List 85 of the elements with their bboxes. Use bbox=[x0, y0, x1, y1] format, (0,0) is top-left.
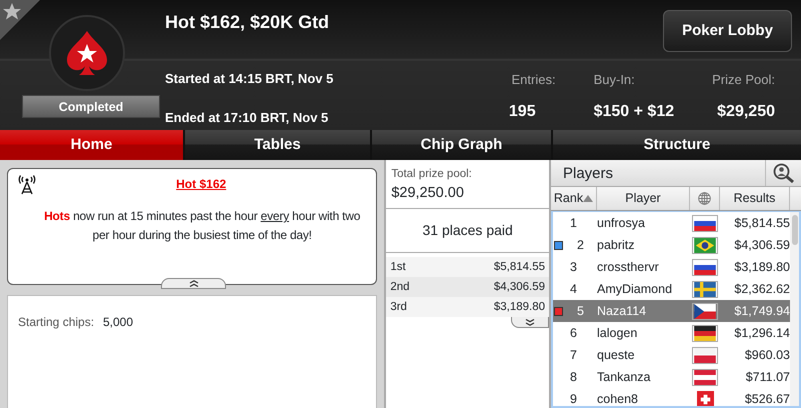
poker-lobby-button[interactable]: Poker Lobby bbox=[663, 10, 792, 52]
result-cell: $711.07 bbox=[746, 370, 790, 384]
result-cell: $1,749.94 bbox=[734, 304, 790, 318]
result-cell: $526.67 bbox=[744, 392, 790, 406]
player-name: unfrosya bbox=[597, 216, 645, 230]
player-row[interactable]: 7 queste $960.03 bbox=[553, 344, 790, 366]
player-row[interactable]: 9 cohen8 $526.67 bbox=[553, 388, 790, 406]
tab[interactable]: Home bbox=[0, 130, 183, 160]
player-row[interactable]: 5 Naza114 $1,749.94 bbox=[553, 300, 790, 322]
flag-icon bbox=[692, 258, 718, 276]
prize-place: 1st bbox=[390, 260, 406, 275]
player-name: Tankanza bbox=[597, 370, 651, 384]
globe-icon[interactable] bbox=[698, 192, 711, 205]
tab[interactable]: Chip Graph bbox=[372, 130, 551, 160]
total-prize-value: $29,250.00 bbox=[391, 184, 465, 204]
total-prize-label: Total prize pool: bbox=[391, 167, 473, 182]
prize-place: 2nd bbox=[390, 280, 410, 295]
search-icon bbox=[772, 163, 794, 183]
player-row[interactable]: 3 crossthervr $3,189.80 bbox=[553, 256, 790, 278]
places-paid: 31 places paid bbox=[386, 208, 549, 253]
rank-cell-text: 8 bbox=[570, 368, 577, 386]
rank-cell-text: 7 bbox=[570, 346, 577, 364]
stat-label: Prize Pool: bbox=[712, 71, 775, 89]
rank-cell-text: 2 bbox=[577, 236, 584, 254]
star-corner-icon[interactable] bbox=[0, 0, 40, 40]
rank-cell-text: 9 bbox=[570, 390, 577, 406]
flag-icon bbox=[692, 346, 718, 364]
rank-cell-text: 5 bbox=[577, 302, 584, 320]
status-ribbon: Completed bbox=[22, 95, 160, 118]
stat-value: 195 bbox=[508, 102, 536, 122]
double-chevron-down-icon bbox=[525, 318, 535, 326]
result-cell: $2,362.62 bbox=[734, 282, 790, 296]
expand-button[interactable] bbox=[511, 317, 549, 328]
player-name: queste bbox=[597, 348, 635, 362]
player-name: cohen8 bbox=[597, 392, 638, 406]
player-name: pabritz bbox=[597, 238, 635, 252]
stat-value: $29,250 bbox=[717, 102, 775, 122]
tournament-title: Hot $162, $20K Gtd bbox=[165, 11, 330, 34]
column-header[interactable]: Results bbox=[734, 189, 776, 208]
starting-chips-value: 5,000 bbox=[103, 314, 134, 331]
player-row[interactable]: 2 pabritz $4,306.59 bbox=[553, 234, 790, 256]
prize-amount: $4,306.59 bbox=[494, 280, 545, 295]
tab[interactable]: Tables bbox=[185, 130, 370, 160]
starting-chips-label: Starting chips: bbox=[18, 314, 96, 331]
prize-place: 3rd bbox=[390, 300, 407, 315]
player-name: Naza114 bbox=[597, 304, 646, 318]
stat-label: Buy-In: bbox=[594, 71, 635, 89]
player-name: crossthervr bbox=[597, 260, 659, 274]
rank-cell-text: 1 bbox=[570, 214, 577, 232]
news-title[interactable]: Hot $162 bbox=[36, 175, 366, 193]
flag-icon bbox=[692, 214, 718, 232]
end-time: Ended at 17:10 BRT, Nov 5 bbox=[165, 108, 330, 126]
player-row[interactable]: 4 AmyDiamond $2,362.62 bbox=[553, 278, 790, 300]
collapse-button[interactable] bbox=[161, 278, 226, 289]
player-row[interactable]: 8 Tankanza $711.07 bbox=[553, 366, 790, 388]
rank-cell-text: 4 bbox=[570, 280, 577, 298]
players-title: Players bbox=[562, 164, 614, 184]
flag-icon bbox=[692, 302, 718, 320]
flag-icon bbox=[692, 368, 718, 386]
player-name: AmyDiamond bbox=[597, 282, 672, 296]
flag-icon bbox=[692, 324, 718, 342]
news-text: Hots now run at 15 minutes past the hour every hour with two per hour during the busiest time of the day! bbox=[43, 208, 362, 244]
result-cell: $4,306.59 bbox=[734, 238, 790, 252]
double-chevron-up-icon bbox=[188, 280, 198, 287]
result-cell: $3,189.80 bbox=[734, 260, 790, 274]
player-row[interactable]: 1 unfrosya $5,814.55 bbox=[553, 212, 790, 234]
player-row[interactable]: 6 lalogen $1,296.14 bbox=[553, 322, 790, 344]
rank-cell-text: 6 bbox=[570, 324, 577, 342]
start-time: Started at 14:15 BRT, Nov 5 bbox=[165, 70, 334, 88]
prize-amount: $3,189.80 bbox=[494, 300, 545, 315]
prize-amount: $5,814.55 bbox=[494, 260, 545, 275]
column-header[interactable]: Player bbox=[625, 189, 661, 208]
tab[interactable]: Structure bbox=[553, 130, 801, 160]
result-cell: $1,296.14 bbox=[734, 326, 790, 340]
flag-icon bbox=[692, 280, 718, 298]
scrollbar[interactable] bbox=[790, 212, 799, 406]
player-name: lalogen bbox=[597, 326, 638, 340]
broadcast-tower-icon bbox=[18, 175, 36, 195]
result-cell: $960.03 bbox=[744, 348, 790, 362]
stat-label: Entries: bbox=[512, 71, 556, 89]
rank-cell-text: 3 bbox=[570, 258, 577, 276]
column-header[interactable]: Rank bbox=[554, 189, 584, 208]
result-cell: $5,814.55 bbox=[734, 216, 790, 230]
stat-value: $150 + $12 bbox=[594, 102, 674, 122]
flag-icon bbox=[692, 236, 718, 254]
